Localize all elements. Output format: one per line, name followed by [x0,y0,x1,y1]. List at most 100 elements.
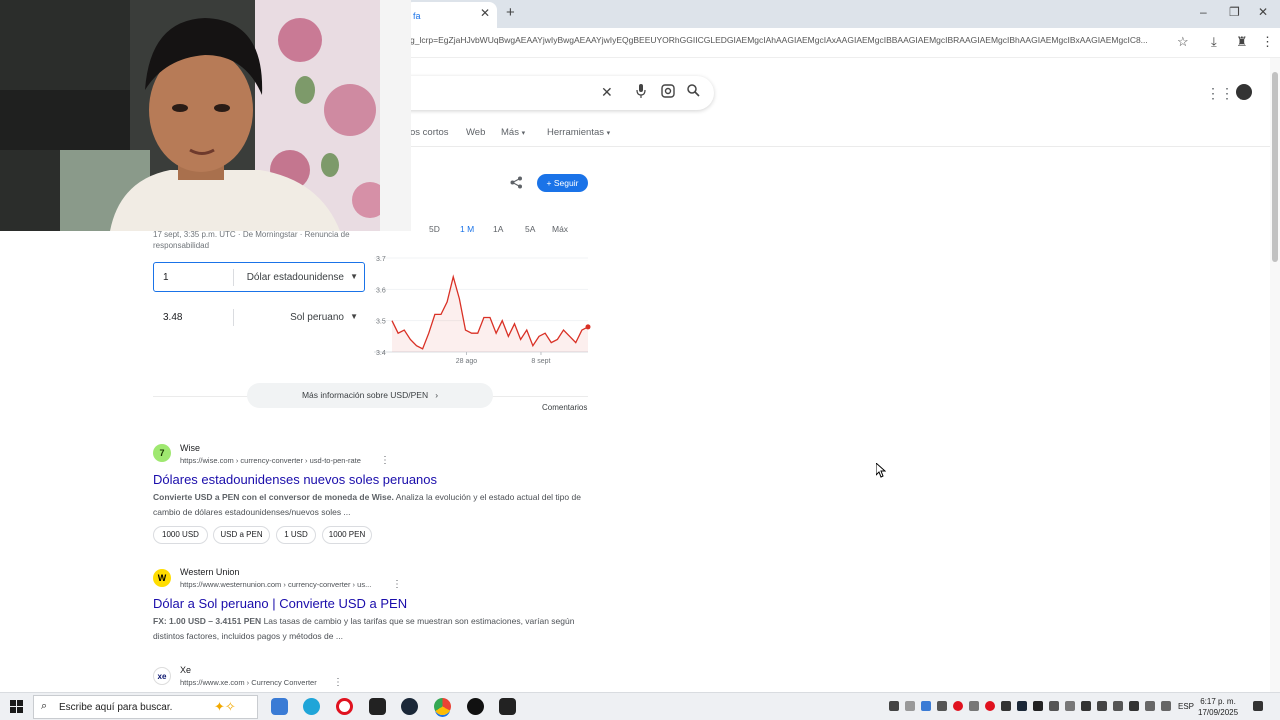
chevron-right-icon: › [430,390,439,400]
tray-app-icon[interactable] [905,701,915,711]
caret-down-icon[interactable]: ▼ [350,312,358,321]
windows-taskbar: ⌕ Escribe aquí para buscar. ✦✧ ESP 6:17 … [0,692,1280,720]
page-scrollbar[interactable] [1270,58,1280,692]
language-indicator[interactable]: ESP [1178,702,1194,711]
extension-icon[interactable]: ♜ [1236,34,1248,50]
webcam-overlay [0,0,411,231]
taskbar-app-capcut-icon[interactable] [369,698,386,715]
filter-more-label: Más [501,127,519,138]
caret-down-icon[interactable]: ▼ [350,272,358,281]
result-url[interactable]: https://www.xe.com › Currency Converter [180,678,317,687]
minimize-icon[interactable]: – [1200,5,1207,19]
taskbar-app-chrome-icon[interactable] [434,698,451,715]
snippet-bold: Convierte USD a PEN con el conversor de … [153,492,394,502]
tray-app-icon[interactable] [969,701,979,711]
taskbar-app-steam-icon[interactable] [401,698,418,715]
tray-app-icon[interactable] [921,701,931,711]
maximize-icon[interactable]: ❐ [1229,5,1240,19]
taskbar-app-opera-icon[interactable] [336,698,353,715]
notification-icon[interactable] [1253,701,1263,711]
tray-steam-icon[interactable] [1017,701,1027,711]
taskbar-app-capcut-2-icon[interactable] [499,698,516,715]
from-amount-input[interactable]: 1 [163,272,169,283]
result-title[interactable]: Dólares estadounidenses nuevos soles per… [153,472,437,487]
bookmark-star-icon[interactable]: ☆ [1177,34,1189,50]
taskbar-app-photos-icon[interactable] [271,698,288,715]
range-tab-5y[interactable]: 5A [525,224,535,234]
chip-1-usd[interactable]: 1 USD [276,526,316,544]
result-menu-icon[interactable]: ⋮ [333,677,343,688]
scrollbar-thumb[interactable] [1272,72,1278,262]
taskbar-clock[interactable]: 6:17 p. m. 17/09/2025 [1198,696,1238,718]
result-site-name: Xe [180,665,192,675]
filter-more[interactable]: Más ▾ [501,127,525,138]
from-currency-select[interactable]: Dólar estadounidense [247,272,344,283]
search-icon: ⌕ [41,700,48,712]
tray-opera-icon[interactable] [985,701,995,711]
result-title[interactable]: Dólar a Sol peruano | Convierte USD a PE… [153,596,407,611]
to-amount-input[interactable]: 3.48 [163,312,182,323]
more-info-button[interactable]: Más información sobre USD/PEN › [247,383,493,408]
result-url[interactable]: https://www.westernunion.com › currency-… [180,580,371,589]
chip-usd-a-pen[interactable]: USD a PEN [213,526,270,544]
chart-x-tick-label: 28 ago [456,358,478,365]
chip-1000-pen[interactable]: 1000 PEN [322,526,372,544]
windows-start-icon[interactable] [10,700,24,714]
tray-volume-icon[interactable] [1161,701,1171,711]
filter-short-videos[interactable]: os cortos [410,127,449,138]
tab-title: fa [413,11,421,21]
clock-date: 17/09/2025 [1198,708,1239,717]
comments-link[interactable]: Comentarios [542,403,587,412]
chart-y-tick-label: 3.7 [376,256,386,263]
window-close-icon[interactable]: ✕ [1258,5,1268,19]
search-icon[interactable] [687,84,700,100]
tray-mic-icon[interactable] [1097,701,1107,711]
result-menu-icon[interactable]: ⋮ [392,579,402,590]
tray-app-icon[interactable] [1113,701,1123,711]
tray-app-icon[interactable] [1129,701,1139,711]
taskbar-app-edge-icon[interactable] [303,698,320,715]
tray-network-icon[interactable] [1145,701,1155,711]
download-icon[interactable]: ⤓ [1211,34,1217,50]
webcam-image [0,0,411,231]
search-highlight-icon: ✦✧ [214,699,236,714]
share-icon[interactable] [510,176,523,192]
address-bar[interactable]: g_lcrp=EgZjaHJvbWUqBwgAEAAYjwIyBwgAEAAYj… [410,35,1170,51]
taskbar-search-input[interactable]: ⌕ Escribe aquí para buscar. ✦✧ [33,695,258,719]
tray-app-icon[interactable] [1001,701,1011,711]
tab-close-icon[interactable]: ✕ [480,6,490,20]
profile-avatar[interactable] [1236,84,1252,100]
tray-app-icon[interactable] [889,701,899,711]
result-menu-icon[interactable]: ⋮ [380,455,390,466]
search-box[interactable]: ✕ [380,76,714,110]
range-tab-5d[interactable]: 5D [429,224,440,234]
to-currency-select[interactable]: Sol peruano [290,312,344,323]
lens-search-icon[interactable] [661,84,675,101]
result-site-name: Western Union [180,567,240,577]
tray-app-icon[interactable] [953,701,963,711]
chart-area-fill [392,276,588,352]
clear-search-icon[interactable]: ✕ [601,84,613,101]
tray-app-icon[interactable] [937,701,947,711]
exchange-rate-chart[interactable]: 3.7 3.6 3.5 3.4 28 ago 8 sept [372,252,592,372]
filter-tools-label: Herramientas [547,127,605,138]
result-url[interactable]: https://wise.com › currency-converter › … [180,456,361,465]
range-tab-1y[interactable]: 1A [493,224,503,234]
range-tab-1m[interactable]: 1 M [460,224,474,234]
filter-tools[interactable]: Herramientas ▾ [547,127,610,138]
mouse-cursor-icon [876,463,886,478]
filter-web[interactable]: Web [466,127,485,138]
chip-1000-usd[interactable]: 1000 USD [153,526,208,544]
snippet-bold: FX: 1.00 USD – 3.4151 PEN [153,616,262,626]
voice-search-icon[interactable] [636,84,646,101]
taskbar-app-obs-icon[interactable] [467,698,484,715]
follow-button[interactable]: + Seguir [537,174,588,192]
range-tab-max[interactable]: Máx [552,224,568,234]
divider [233,309,234,326]
browser-menu-icon[interactable]: ⋮ [1261,34,1274,50]
new-tab-icon[interactable]: + [506,4,515,21]
tray-app-icon[interactable] [1081,701,1091,711]
tray-app-icon[interactable] [1049,701,1059,711]
tray-app-icon[interactable] [1033,701,1043,711]
tray-app-icon[interactable] [1065,701,1075,711]
